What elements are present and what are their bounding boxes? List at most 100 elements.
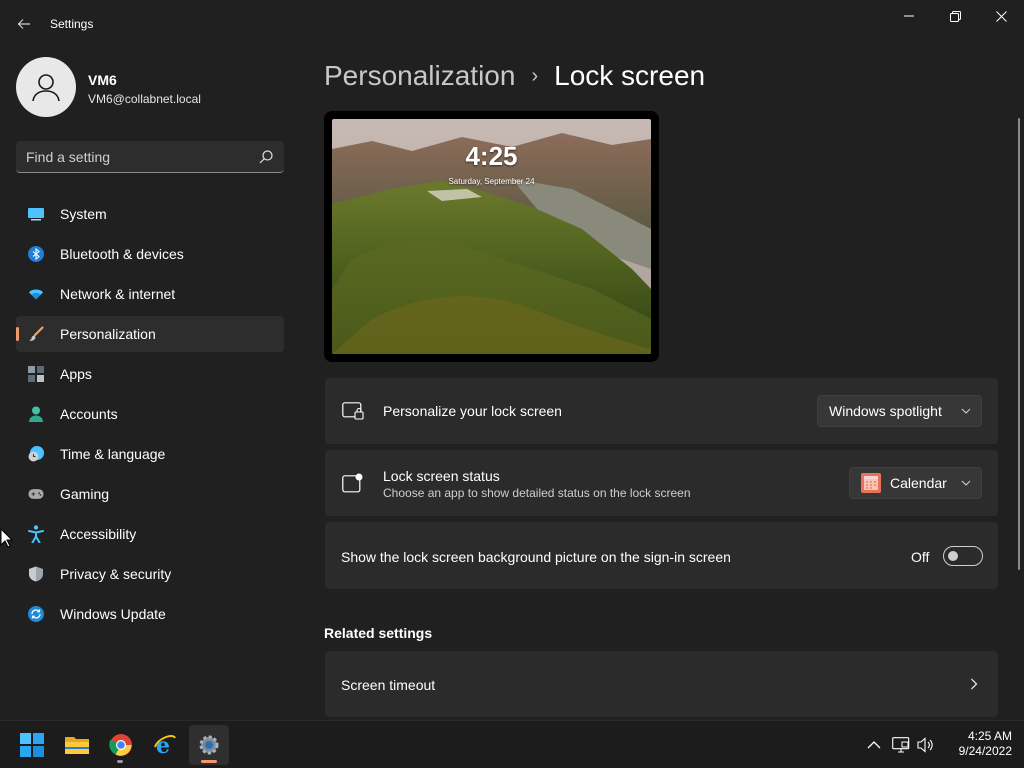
taskbar-internet-explorer[interactable]: e	[145, 725, 185, 765]
sidebar-item-windows-update[interactable]: Windows Update	[16, 596, 284, 632]
file-explorer-icon	[65, 737, 89, 754]
minimize-button[interactable]	[886, 0, 932, 32]
internet-explorer-icon: e	[154, 733, 176, 757]
lock-screen-status-description: Choose an app to show detailed status on…	[383, 486, 691, 500]
sidebar-item-label: Personalization	[60, 326, 156, 342]
lock-screen-status-label: Lock screen status	[383, 468, 500, 484]
lock-screen-type-dropdown[interactable]: Windows spotlight	[817, 395, 982, 427]
sidebar-item-label: Bluetooth & devices	[60, 246, 184, 262]
signin-background-card: Show the lock screen background picture …	[325, 522, 998, 589]
title-bar: Settings	[0, 0, 1024, 48]
sidebar-item-label: Network & internet	[60, 286, 176, 302]
chevron-up-icon	[867, 741, 881, 749]
sidebar-item-personalization[interactable]: Personalization	[16, 316, 284, 352]
breadcrumb-separator: ›	[531, 64, 539, 87]
sidebar-item-accounts[interactable]: Accounts	[16, 396, 284, 432]
lock-screen-preview-image: 4:25 Saturday, September 24	[332, 119, 651, 354]
personalize-lock-screen-card: Personalize your lock screen Windows spo…	[325, 378, 998, 444]
lock-screen-preview: 4:25 Saturday, September 24	[324, 111, 659, 362]
chevron-right-icon	[971, 678, 978, 690]
back-button[interactable]	[12, 12, 36, 36]
active-indicator	[201, 760, 217, 763]
network-tray-button[interactable]	[891, 733, 911, 757]
sidebar-item-label: Time & language	[60, 446, 166, 462]
sidebar-item-privacy-security[interactable]: Privacy & security	[16, 556, 284, 592]
brush-icon	[28, 326, 44, 342]
sidebar-nav: System Bluetooth & devices Network & int…	[16, 196, 284, 636]
taskbar: e	[0, 720, 1024, 768]
sidebar-item-bluetooth[interactable]: Bluetooth & devices	[16, 236, 284, 272]
avatar[interactable]	[16, 57, 76, 117]
running-indicator	[117, 760, 123, 763]
clock-globe-icon	[28, 446, 44, 462]
sidebar-item-label: Gaming	[60, 486, 110, 502]
update-icon	[28, 606, 44, 622]
system-icon	[28, 206, 44, 222]
user-email: VM6@collabnet.local	[88, 92, 201, 106]
screen-timeout-link[interactable]: Screen timeout	[325, 651, 998, 717]
network-icon	[892, 737, 910, 753]
sidebar-item-label: System	[60, 206, 107, 222]
sidebar-item-label: Accounts	[60, 406, 118, 422]
close-icon	[995, 10, 1007, 22]
sidebar-item-accessibility[interactable]: Accessibility	[16, 516, 284, 552]
sidebar-item-time-language[interactable]: Time & language	[16, 436, 284, 472]
user-icon	[32, 74, 60, 102]
taskbar-settings[interactable]	[189, 725, 229, 765]
sidebar-item-label: Windows Update	[60, 606, 166, 622]
sidebar-item-gaming[interactable]: Gaming	[16, 476, 284, 512]
signin-background-label: Show the lock screen background picture …	[341, 549, 731, 565]
preview-date: Saturday, September 24	[448, 177, 535, 186]
taskbar-clock[interactable]: 4:25 AM 9/24/2022	[936, 729, 1012, 759]
mouse-cursor-icon	[0, 528, 14, 548]
search-input[interactable]	[26, 141, 256, 172]
lock-screen-status-dropdown[interactable]: Calendar	[849, 467, 982, 499]
chrome-icon	[109, 734, 132, 756]
apps-icon	[28, 366, 44, 382]
search-icon	[259, 150, 273, 164]
settings-icon	[199, 735, 219, 755]
chevron-down-icon	[961, 480, 971, 486]
personalize-lock-screen-label: Personalize your lock screen	[383, 403, 562, 419]
shield-icon	[28, 566, 44, 582]
volume-tray-button[interactable]	[916, 733, 936, 757]
start-icon	[20, 733, 44, 757]
wifi-icon	[28, 286, 44, 302]
bluetooth-icon	[28, 246, 44, 262]
search-box[interactable]	[16, 141, 284, 173]
screen-timeout-label: Screen timeout	[341, 677, 436, 693]
sidebar-item-apps[interactable]: Apps	[16, 356, 284, 392]
taskbar-file-explorer[interactable]	[57, 725, 97, 765]
gamepad-icon	[28, 486, 44, 502]
preview-time: 4:25	[465, 141, 518, 171]
page-title: Lock screen	[554, 60, 706, 91]
clock-date: 9/24/2022	[958, 744, 1012, 758]
sidebar-item-label: Privacy & security	[60, 566, 172, 582]
sidebar-item-network[interactable]: Network & internet	[16, 276, 284, 312]
scrollbar[interactable]	[1018, 118, 1020, 570]
dropdown-value: Windows spotlight	[829, 403, 942, 419]
restore-button[interactable]	[932, 0, 978, 32]
sidebar-item-label: Accessibility	[60, 526, 137, 542]
accounts-icon	[28, 406, 44, 422]
close-button[interactable]	[978, 0, 1024, 32]
signin-background-toggle[interactable]	[943, 546, 983, 566]
taskbar-chrome[interactable]	[101, 725, 141, 765]
status-icon	[341, 471, 365, 495]
start-button[interactable]	[12, 725, 52, 765]
breadcrumb-parent[interactable]: Personalization	[324, 60, 515, 92]
show-hidden-icons-button[interactable]	[864, 733, 884, 757]
user-name: VM6	[88, 72, 117, 88]
calendar-icon	[861, 473, 881, 496]
clock-time: 4:25 AM	[967, 729, 1012, 743]
volume-icon	[917, 737, 933, 753]
toggle-knob	[948, 551, 958, 561]
chevron-down-icon	[961, 408, 971, 414]
dropdown-value: Calendar	[890, 475, 947, 491]
lock-screen-status-card: Lock screen status Choose an app to show…	[325, 450, 998, 516]
breadcrumb: Personalization › Lock screen	[324, 58, 705, 94]
back-arrow-icon	[17, 19, 30, 29]
lock-screen-icon	[341, 399, 365, 423]
minimize-icon	[904, 15, 914, 17]
sidebar-item-system[interactable]: System	[16, 196, 284, 232]
